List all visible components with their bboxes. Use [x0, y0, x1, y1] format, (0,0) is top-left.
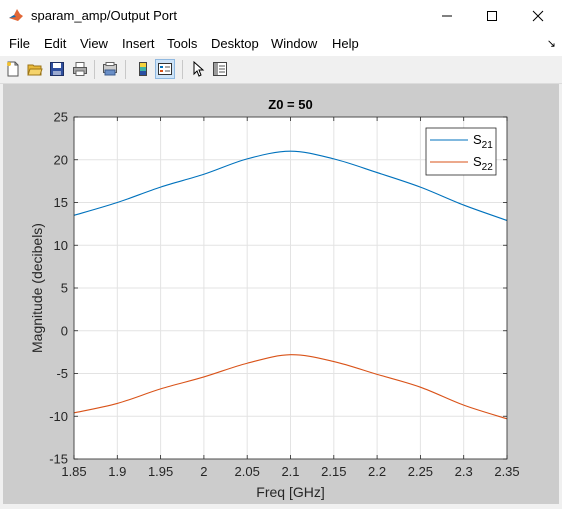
menu-edit[interactable]: Edit	[44, 36, 66, 51]
open-file-button[interactable]	[25, 59, 45, 79]
property-inspector-button[interactable]	[210, 59, 230, 79]
colorbar-button[interactable]	[133, 59, 153, 79]
y-tick-label: 5	[61, 281, 68, 296]
menu-tools[interactable]: Tools	[167, 36, 197, 51]
legend-s22-sub: 22	[482, 162, 494, 173]
print-button[interactable]	[70, 59, 90, 79]
save-button[interactable]	[47, 59, 67, 79]
x-tick-label: 1.9	[108, 464, 126, 479]
open-file-icon	[27, 64, 43, 76]
plot-svg: 1.85 1.9 1.95 2 2.05 2.1 2.15 2.2 2.25 2.3 2.35252…	[29, 97, 520, 500]
x-tick-label: 2.05	[235, 464, 260, 479]
figure-toolbar	[0, 56, 562, 84]
minimize-icon	[442, 15, 452, 16]
x-tick-label: 2.1	[281, 464, 299, 479]
close-icon	[532, 10, 544, 21]
menu-desktop[interactable]: Desktop	[211, 36, 259, 51]
toolbar-separator	[182, 60, 183, 79]
print-preview-icon	[103, 62, 117, 76]
legend-s21-main: S	[473, 132, 482, 147]
y-axis-label: Magnitude (decibels)	[29, 223, 45, 353]
property-inspector-icon	[213, 62, 227, 76]
y-tick-label: -10	[49, 409, 68, 424]
menu-file[interactable]: File	[9, 36, 30, 51]
close-button[interactable]	[515, 0, 561, 31]
y-tick-label: 10	[54, 238, 68, 253]
new-figure-button[interactable]	[3, 59, 23, 79]
maximize-icon	[487, 10, 497, 21]
maximize-button[interactable]	[469, 0, 515, 31]
x-tick-label: 2.25	[408, 464, 433, 479]
toolbar-separator	[94, 60, 95, 79]
legend-icon	[158, 63, 172, 75]
y-tick-label: 25	[54, 110, 68, 125]
menu-view[interactable]: View	[80, 36, 108, 51]
y-tick-label: 20	[54, 152, 68, 167]
x-tick-label: 1.95	[148, 464, 173, 479]
colorbar-icon	[139, 62, 147, 76]
x-tick-label: 2.2	[368, 464, 386, 479]
print-icon	[73, 62, 87, 76]
pointer-icon	[193, 61, 205, 77]
new-figure-icon	[7, 61, 19, 77]
y-tick-label: 0	[61, 323, 68, 338]
figure-canvas: 1.85 1.9 1.95 2 2.05 2.1 2.15 2.2 2.25 2.3 2.35 25 2…	[3, 84, 559, 504]
menu-window[interactable]: Window	[271, 36, 317, 51]
print-preview-button[interactable]	[100, 59, 120, 79]
y-tick-label: -5	[56, 366, 68, 381]
dock-arrow-icon[interactable]: ↘	[547, 37, 556, 50]
legend-button[interactable]	[155, 59, 175, 79]
x-tick-label: 2.3	[455, 464, 473, 479]
y-tick-label: -15	[49, 452, 68, 467]
window-title: sparam_amp/Output Port	[31, 8, 177, 23]
title-bar[interactable]: sparam_amp/Output Port	[0, 0, 562, 31]
menu-bar: File Edit View Insert Tools Desktop Wind…	[0, 31, 562, 56]
figure-window: sparam_amp/Output Port File Edit View In…	[0, 0, 562, 506]
toolbar-separator	[125, 60, 126, 79]
matlab-icon	[9, 9, 23, 21]
x-tick-label: 2.15	[321, 464, 346, 479]
legend[interactable]: S21 S22	[425, 127, 497, 176]
y-tick-label: 15	[54, 195, 68, 210]
x-axis-label: Freq [GHz]	[256, 484, 324, 500]
x-tick-label: 2.35	[494, 464, 519, 479]
x-tick-label: 2	[200, 464, 207, 479]
legend-s22-main: S	[473, 154, 482, 169]
edit-plot-button[interactable]	[188, 59, 208, 79]
legend-s21-sub: 21	[482, 140, 494, 151]
menu-help[interactable]: Help	[332, 36, 359, 51]
save-icon	[50, 62, 64, 76]
minimize-button[interactable]	[424, 0, 470, 31]
chart-title: Z0 = 50	[268, 97, 312, 112]
menu-insert[interactable]: Insert	[122, 36, 155, 51]
